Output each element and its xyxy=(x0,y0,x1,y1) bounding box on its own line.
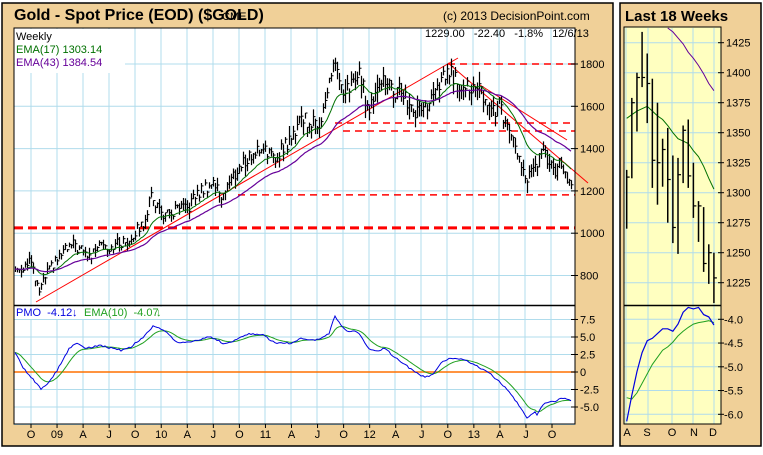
chart-canvas: Gold - Spot Price (EOD) ($GOLD) CME (c) … xyxy=(1,2,762,447)
x-tick-label: J xyxy=(419,429,425,441)
pmo-y-tick-label: -2.5 xyxy=(580,385,599,397)
inset-y-tick-label: 1225 xyxy=(726,278,750,290)
x-tick-label: O xyxy=(27,429,36,441)
inset-y-tick-label: 1400 xyxy=(726,68,750,80)
x-tick-label: A xyxy=(496,429,504,441)
inset-y-tick-label: 1350 xyxy=(726,128,750,140)
x-tick-label: J xyxy=(106,429,112,441)
legend-pmo: PMO -4.12 xyxy=(16,307,72,319)
x-tick-label: 09 xyxy=(51,429,63,441)
inset-pmo-y-tick-label: -6.0 xyxy=(724,409,743,421)
pmo-down-arrow-icon: ↓ xyxy=(72,307,78,319)
x-tick-label: O xyxy=(235,429,244,441)
pmo-y-tick-label: 0 xyxy=(580,367,586,379)
x-tick-label: J xyxy=(523,429,529,441)
last-quote: 1229.00 -22.40 -1.8% 12/6/13 xyxy=(425,28,589,40)
x-tick-label: J xyxy=(315,429,321,441)
y-tick-label: 1600 xyxy=(580,101,604,113)
inset-y-tick-label: 1300 xyxy=(726,188,750,200)
x-tick-label: A xyxy=(392,429,400,441)
inset-x-tick-label: D xyxy=(709,427,717,439)
inset-pmo-y-tick-label: -4.0 xyxy=(724,314,743,326)
x-tick-label: 11 xyxy=(260,429,271,441)
y-tick-label: 800 xyxy=(580,271,598,283)
inset-pmo-y-tick-label: -5.0 xyxy=(724,362,743,374)
exchange-label: CME xyxy=(222,11,246,23)
pmo-ema-down-arrow-icon: ↓ xyxy=(156,307,162,319)
y-tick-label: 1000 xyxy=(580,228,604,240)
copyright: (c) 2013 DecisionPoint.com xyxy=(443,9,590,23)
inset-pmo-y-tick-label: -5.5 xyxy=(724,386,743,398)
inset-x-tick-label: A xyxy=(623,427,631,439)
legend-ema43: EMA(43) 1384.54 xyxy=(16,57,102,69)
inset-y-tick-label: 1375 xyxy=(726,98,750,110)
x-tick-label: 10 xyxy=(155,429,167,441)
y-tick-label: 1200 xyxy=(580,186,604,198)
y-tick-label: 1800 xyxy=(580,59,604,71)
inset-y-tick-label: 1275 xyxy=(726,218,750,230)
x-tick-label: A xyxy=(288,429,296,441)
y-tick-label: 1400 xyxy=(580,144,604,156)
pmo-y-tick-label: 7.5 xyxy=(580,315,595,327)
inset-x-tick-label: O xyxy=(668,427,677,439)
legend-pmo-ema: EMA(10) -4.07 xyxy=(84,307,159,319)
pmo-y-tick-label: 2.5 xyxy=(580,350,595,362)
x-tick-label: O xyxy=(548,429,557,441)
inset-y-tick-label: 1325 xyxy=(726,158,750,170)
legend-ema17: EMA(17) 1303.14 xyxy=(16,44,102,56)
x-tick-label: O xyxy=(444,429,453,441)
x-tick-label: 12 xyxy=(364,429,376,441)
inset-y-tick-label: 1250 xyxy=(726,248,750,260)
x-tick-label: 13 xyxy=(468,429,480,441)
x-tick-label: A xyxy=(79,429,87,441)
x-tick-label: A xyxy=(184,429,192,441)
x-tick-label: O xyxy=(131,429,140,441)
x-tick-label: O xyxy=(339,429,348,441)
inset-pmo-y-tick-label: -4.5 xyxy=(724,338,743,350)
inset-y-tick-label: 1425 xyxy=(726,38,750,50)
inset-x-tick-label: S xyxy=(643,427,650,439)
x-tick-label: J xyxy=(211,429,217,441)
inset-x-tick-label: N xyxy=(690,427,698,439)
legend-period: Weekly xyxy=(16,31,52,43)
pmo-y-tick-label: -5.0 xyxy=(580,402,599,414)
inset-title: Last 18 Weeks xyxy=(625,8,728,25)
pmo-y-tick-label: 5.0 xyxy=(580,332,595,344)
plot-area xyxy=(14,28,575,424)
